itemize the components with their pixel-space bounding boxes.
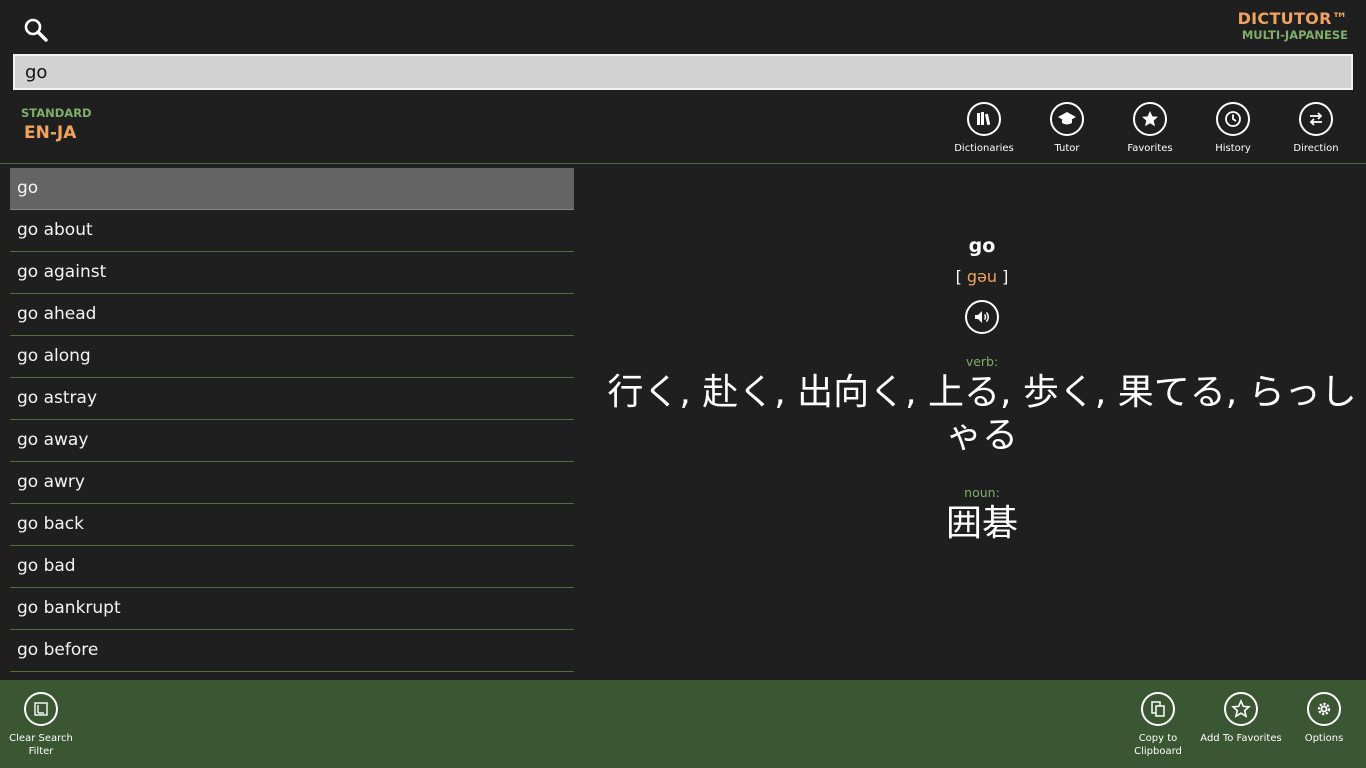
word-list-item[interactable]: go back — [10, 504, 574, 546]
word-list-item[interactable]: go bad — [10, 546, 574, 588]
copy-to-clipboard-label: Copy to Clipboard — [1134, 733, 1182, 757]
word-list-item[interactable]: go away — [10, 420, 574, 462]
word-list-item[interactable]: go awry — [10, 462, 574, 504]
copy-to-clipboard-button[interactable]: Copy to Clipboard — [1115, 692, 1201, 758]
headword: go — [968, 235, 996, 257]
pronunciation-ipa: gəu — [966, 267, 998, 286]
direction-label: Direction — [1293, 143, 1339, 154]
part-of-speech-verb: verb: — [965, 354, 999, 369]
word-list: go go about go against go ahead go along… — [10, 168, 574, 672]
word-list-item[interactable]: go about — [10, 210, 574, 252]
dictionary-mode-value: EN-JA — [24, 123, 77, 143]
part-of-speech-noun: noun: — [964, 485, 1000, 501]
dictionaries-label: Dictionaries — [954, 143, 1014, 154]
pronunciation-open-bracket: [ — [955, 267, 962, 286]
clear-filter-icon — [24, 692, 58, 726]
swap-arrows-icon — [1299, 102, 1333, 136]
search-input[interactable] — [13, 54, 1353, 90]
history-button[interactable]: History — [1193, 102, 1273, 154]
word-list-item[interactable]: go before — [10, 630, 574, 672]
history-clock-icon — [1216, 102, 1250, 136]
word-list-item[interactable]: go ahead — [10, 294, 574, 336]
word-list-item[interactable]: go astray — [10, 378, 574, 420]
app-title: DICTUTOR™ — [1237, 9, 1348, 28]
history-label: History — [1215, 143, 1251, 154]
app-subtitle: MULTI-JAPANESE — [1241, 28, 1348, 42]
add-to-favorites-button[interactable]: Add To Favorites — [1198, 692, 1284, 745]
tutor-label: Tutor — [1054, 143, 1080, 154]
header-divider — [0, 163, 1366, 164]
options-button[interactable]: Options — [1281, 692, 1366, 745]
direction-button[interactable]: Direction — [1276, 102, 1356, 154]
pronunciation-close-bracket: ] — [1002, 267, 1009, 286]
star-icon — [1133, 102, 1167, 136]
options-label: Options — [1304, 733, 1344, 744]
dictionary-mode: STANDARD EN-JA — [21, 106, 92, 143]
copy-icon — [1141, 692, 1175, 726]
clear-search-filter-label: Clear Search Filter — [9, 733, 73, 757]
meaning-noun: 囲碁 — [945, 503, 1018, 545]
word-list-item[interactable]: go bankrupt — [10, 588, 574, 630]
search-icon[interactable] — [22, 16, 50, 44]
meaning-verb: 行く, 赴く, 出向く, 上る, 歩く, 果てる, らっしゃる — [607, 372, 1357, 457]
star-outline-icon — [1224, 692, 1258, 726]
word-list-item-selected[interactable]: go — [10, 168, 574, 210]
clear-search-filter-button[interactable]: Clear Search Filter — [0, 692, 84, 758]
definition-panel: go [ gəu ] verb: 行く, 赴く, 出向く, 上る, 歩く, 果て… — [600, 235, 1364, 546]
add-to-favorites-label: Add To Favorites — [1200, 733, 1282, 744]
play-pronunciation-button[interactable] — [965, 300, 999, 334]
favorites-label: Favorites — [1127, 143, 1173, 154]
word-list-item[interactable]: go against — [10, 252, 574, 294]
gear-icon — [1307, 692, 1341, 726]
speaker-icon — [975, 311, 989, 323]
pronunciation: [ gəu ] — [600, 267, 1364, 286]
books-icon — [967, 102, 1001, 136]
dictionary-mode-label: STANDARD — [21, 106, 92, 120]
graduation-cap-icon — [1050, 102, 1084, 136]
tutor-button[interactable]: Tutor — [1027, 102, 1107, 154]
dictionaries-button[interactable]: Dictionaries — [944, 102, 1024, 154]
favorites-button[interactable]: Favorites — [1110, 102, 1190, 154]
word-list-item[interactable]: go along — [10, 336, 574, 378]
app-bar: Clear Search Filter Copy to Clipboard Ad… — [0, 680, 1366, 768]
app-brand: DICTUTOR™ MULTI-JAPANESE — [1238, 11, 1348, 42]
